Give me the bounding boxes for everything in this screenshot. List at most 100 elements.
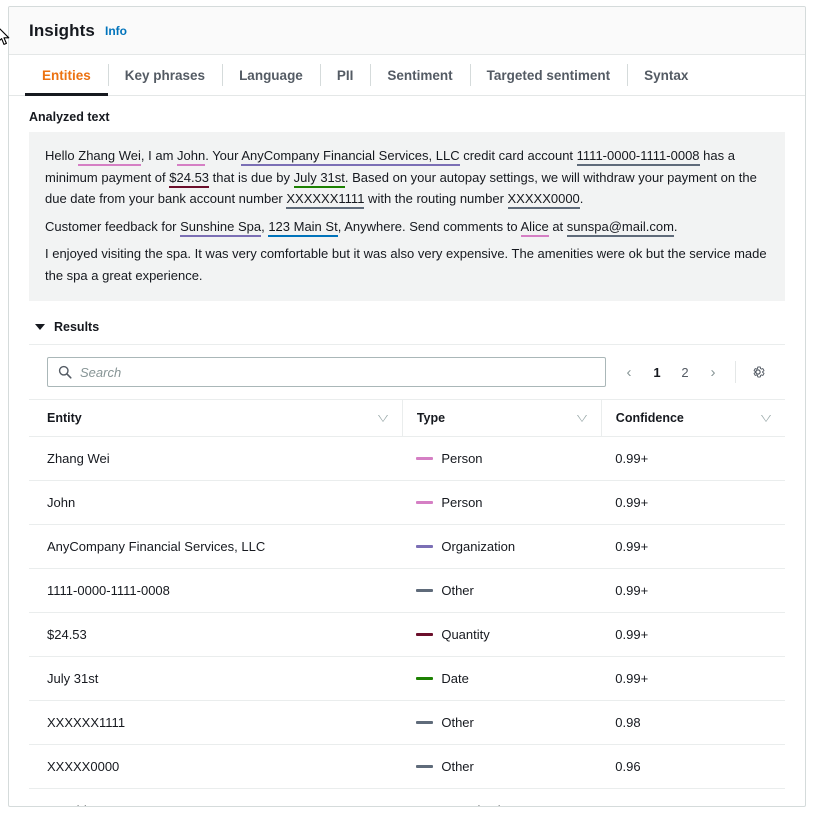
pagination-prev-icon[interactable]: ‹ <box>616 359 642 385</box>
entity-type-label: Date <box>441 671 468 686</box>
text-segment: Hello <box>45 148 78 163</box>
column-header-confidence[interactable]: Confidence <box>601 400 785 437</box>
mouse-cursor-icon <box>0 26 11 47</box>
entity-highlight-person: John <box>177 148 205 166</box>
entity-type-color-swatch-icon <box>416 545 433 548</box>
entity-highlight-person: Alice <box>521 219 549 237</box>
cell-confidence: 0.99+ <box>601 569 785 613</box>
entity-highlight-quantity: $24.53 <box>169 170 209 188</box>
column-header-entity[interactable]: Entity <box>29 400 402 437</box>
entity-type-color-swatch-icon <box>416 589 433 592</box>
cell-confidence: 0.98 <box>601 701 785 745</box>
text-segment: , I am <box>141 148 177 163</box>
analyzed-text-label: Analyzed text <box>29 110 785 124</box>
tab-label: Targeted sentiment <box>487 68 611 83</box>
table-row[interactable]: $24.53Quantity0.99+ <box>29 613 785 657</box>
tab-bar: Entities Key phrases Language PIISentiment T… <box>9 55 805 96</box>
table-row[interactable]: XXXXXX1111 Other 0.98 <box>29 701 785 745</box>
pagination-next-icon[interactable]: › <box>700 359 726 385</box>
tab-label: Language <box>239 68 303 83</box>
entity-type-color-swatch-icon <box>416 633 433 636</box>
tab-syntax[interactable]: Syntax <box>627 55 705 95</box>
entity-type-label: Person <box>441 495 482 510</box>
pagination-page-2[interactable]: 2 <box>672 359 698 385</box>
text-segment: that is due by <box>209 170 294 185</box>
cell-entity: John <box>29 481 402 525</box>
entity-type-color-swatch-icon <box>416 457 433 460</box>
table-head: Entity Type <box>29 400 785 437</box>
entity-type-color-swatch-icon <box>416 765 433 768</box>
entity-type-label: Other <box>441 759 474 774</box>
entity-highlight-other: 1111-0000-1111-0008 <box>577 148 700 166</box>
cell-type: Other <box>402 745 601 789</box>
results-title: Results <box>54 320 99 334</box>
search-input[interactable] <box>80 365 595 380</box>
cell-entity: AnyCompany Financial Services, LLC <box>29 525 402 569</box>
column-header-type-label: Type <box>417 411 577 425</box>
toolbar-divider <box>735 361 736 383</box>
cell-confidence: 0.99+ <box>601 481 785 525</box>
tab-sentiment[interactable]: Sentiment <box>370 55 469 95</box>
table-body: Zhang WeiPerson0.99+JohnPerson0.99+AnyCo… <box>29 437 785 808</box>
page-root: Insights Info EntitiesKey phrasesLanguag… <box>0 0 813 814</box>
entity-highlight-other: XXXXXX1111 <box>286 191 364 209</box>
analyzed-text-line: I enjoyed visiting the spa. It was very … <box>45 243 769 286</box>
cell-confidence: 0.99+ <box>601 657 785 701</box>
entity-type-color-swatch-icon <box>416 677 433 680</box>
cell-type: Organization <box>402 525 601 569</box>
entity-type-label: Organization <box>441 539 515 554</box>
cell-confidence: 0.99+ <box>601 613 785 657</box>
card-body: Analyzed text Hello Zhang Wei, I am John… <box>9 96 805 807</box>
column-header-confidence-label: Confidence <box>616 411 761 425</box>
cell-entity: July 31st <box>29 657 402 701</box>
tab-key-phrases[interactable]: Key phrases <box>108 55 222 95</box>
tab-entities[interactable]: Entities <box>25 55 108 95</box>
table-row[interactable]: AnyCompany Financial Services, LLC Organi… <box>29 525 785 569</box>
insights-card: Insights Info EntitiesKey phrasesLanguag… <box>8 6 806 807</box>
table-row[interactable]: Sunshine SpaOrganization0.98 <box>29 789 785 808</box>
table-row[interactable]: July 31st Date 0.99+ <box>29 657 785 701</box>
column-header-type[interactable]: Type <box>402 400 601 437</box>
tab-pii[interactable]: PII <box>320 55 371 95</box>
entity-highlight-other: XXXXX0000 <box>508 191 580 209</box>
cell-confidence: 0.98 <box>601 789 785 808</box>
entity-type-label: Person <box>441 451 482 466</box>
text-segment: , Anywhere. Send comments to <box>338 219 521 234</box>
text-segment: at <box>549 219 567 234</box>
table-row[interactable]: Zhang WeiPerson0.99+ <box>29 437 785 481</box>
cell-entity: 1111-0000-1111-0008 <box>29 569 402 613</box>
entity-type-color-swatch-icon <box>416 501 433 504</box>
entity-highlight-organization: AnyCompany Financial Services, LLC <box>241 148 459 166</box>
tab-label: Syntax <box>644 68 688 83</box>
cell-type: Person <box>402 481 601 525</box>
sort-icon-entity[interactable] <box>378 415 388 422</box>
cell-type: Other <box>402 701 601 745</box>
entity-highlight-organization: Sunshine Spa <box>180 219 261 237</box>
sort-icon-type[interactable] <box>577 415 587 422</box>
analyzed-text-line: Hello Zhang Wei, I am John. Your AnyComp… <box>45 145 769 210</box>
tab-language[interactable]: Language <box>222 55 320 95</box>
table-row[interactable]: XXXXX0000Other0.96 <box>29 745 785 789</box>
results-table-container: ‹ 1 2 › <box>29 344 785 807</box>
results-header[interactable]: Results <box>35 320 785 334</box>
cell-type: Organization <box>402 789 601 808</box>
cell-entity: Zhang Wei <box>29 437 402 481</box>
pagination-page-1[interactable]: 1 <box>644 359 670 385</box>
cell-confidence: 0.96 <box>601 745 785 789</box>
entity-highlight-other: sunspa@mail.com <box>567 219 674 237</box>
cell-entity: XXXXXX1111 <box>29 701 402 745</box>
cell-type: Quantity <box>402 613 601 657</box>
results-collapse-toggle-icon[interactable] <box>35 324 45 330</box>
tab-targeted-sentiment[interactable]: Targeted sentiment <box>470 55 628 95</box>
tab-label: Entities <box>42 68 91 83</box>
sort-icon-confidence[interactable] <box>761 415 771 422</box>
table-row[interactable]: 1111-0000-1111-0008Other0.99+ <box>29 569 785 613</box>
cell-entity: Sunshine Spa <box>29 789 402 808</box>
search-box[interactable] <box>47 357 606 387</box>
cell-type: Other <box>402 569 601 613</box>
table-row[interactable]: John Person 0.99+ <box>29 481 785 525</box>
info-link[interactable]: Info <box>105 24 127 38</box>
settings-button[interactable] <box>745 359 771 385</box>
entities-table: Entity Type <box>29 399 785 807</box>
entity-type-label: Other <box>441 715 474 730</box>
